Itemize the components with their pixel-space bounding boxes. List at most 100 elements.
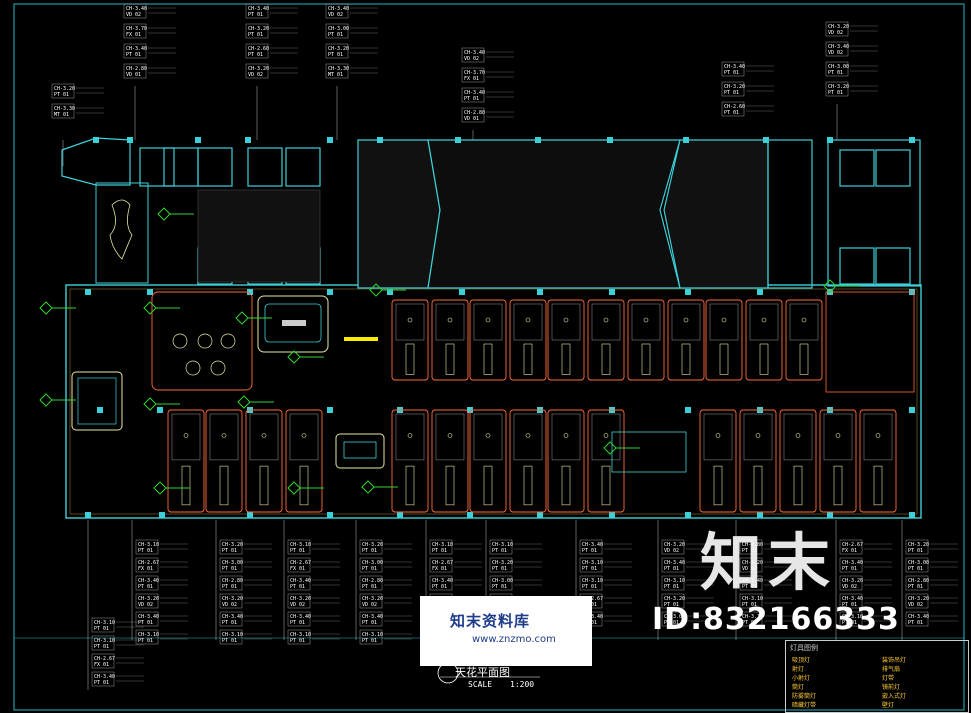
light-strip [799,343,809,375]
light-strip [719,343,729,375]
tag-material: VD 02 [828,30,843,36]
light-strip [873,465,883,506]
room-ceiling-panel [289,413,319,461]
ceiling-tag-top: CH-3.00PT 01 [825,61,878,77]
tag-material: VD 02 [464,56,479,62]
tag-material: VD 01 [126,72,141,78]
section-marker [143,301,180,315]
tag-material: VD 02 [828,50,843,56]
column [909,137,915,143]
ceiling-tag-bottom: CH-3.20VD 02 [359,593,412,609]
downlight [485,317,491,323]
tag-material: PT 01 [362,548,377,554]
ceiling-tag-top: CH-3.00PT 01 [325,23,378,39]
tag-material: PT 01 [94,680,109,686]
room-ceiling-panel [249,413,279,461]
tag-material: PT 01 [908,584,923,590]
column [85,289,91,295]
tag-material: FX 01 [94,662,109,668]
room-ceiling-panel [823,413,853,461]
private-room [587,299,625,381]
upper-room [839,247,875,285]
watermark-logo: 知末资料库 www.znzmo.com [420,596,592,666]
ceiling-tag-bottom: CH-3.40PT 01 [287,575,340,591]
legend-item: 嵌入式灯 [882,693,907,700]
tag-material: PT 01 [94,626,109,632]
ceiling-tag-bottom: CH-3.20PT 01 [489,557,542,573]
marker-diamond [39,393,53,407]
column [537,289,543,295]
tag-material: VD 02 [290,602,305,608]
room-ceiling-outline [205,409,243,513]
section-marker [153,481,190,495]
room-ceiling-panel [743,413,773,461]
column [909,407,915,413]
ceiling-tag-top: CH-3.20PT 01 [51,83,104,99]
tag-material: PT 01 [362,584,377,590]
downlight [683,317,689,323]
legend-title: 灯具图例 [790,644,818,652]
column [685,289,691,295]
light-strip [833,465,843,506]
light-strip [405,465,415,506]
ceiling-tag-bottom: CH-3.40PT 01 [429,575,482,591]
light-strip [259,465,269,506]
legend-item: 防雾筒灯 [792,693,817,700]
ceiling-tag-top: CH-3.40VD 02 [325,3,378,19]
ceiling-tag-bottom: CH-3.10PT 01 [579,557,632,573]
light-strip [793,465,803,506]
private-room [667,299,705,381]
column [609,289,615,295]
tag-material: PT 01 [908,548,923,554]
section-marker [361,480,398,494]
downlight [875,433,881,438]
room-ceiling-outline [859,409,897,513]
private-rooms-upper-row [391,299,823,381]
ceiling-tag-bottom: CH-3.10PT 01 [429,539,482,555]
room-ceiling-outline [391,409,429,513]
downlight [721,317,727,323]
column [327,407,333,413]
tag-material: VD 01 [464,116,479,122]
light-strip [681,343,691,375]
room-ceiling-panel [863,413,893,461]
column [327,512,333,518]
column [127,137,133,143]
tag-material: PT 01 [222,638,237,644]
tag-material: PT 01 [664,584,679,590]
column [147,289,153,295]
room-ceiling-outline [739,409,777,513]
tag-material: PT 01 [908,620,923,626]
ceiling-tag-bottom: CH-3.40PT 01 [91,671,144,687]
tag-material: PT 01 [222,566,237,572]
room-ceiling-panel [783,413,813,461]
column [685,407,691,413]
ceiling-tag-bottom: CH-3.20VD 02 [219,593,272,609]
tag-material: PT 01 [492,548,507,554]
column [535,137,541,143]
tag-material: PT 01 [362,620,377,626]
column [327,289,333,295]
ceiling-tag-top: CH-2.80VD 01 [123,63,176,79]
tag-material: PT 01 [908,566,923,572]
downlight [795,433,801,438]
section-marker [287,350,324,364]
room-ceiling-panel [473,413,503,461]
upper-room [139,147,175,187]
column [459,289,465,295]
upper-room [285,147,321,187]
ceiling-tag-top: CH-3.40PT 01 [245,3,298,19]
column [327,137,333,143]
ceiling-tag-top: CH-3.40PT 01 [721,61,774,77]
ceiling-tag-bottom: CH-3.20PT 01 [359,539,412,555]
lighting-legend: 灯具图例 吸顶灯 射灯 小射灯 筒灯 防雾筒灯 暗藏灯带 装饰吊灯 排气扇 灯带 镜前灯 嵌入式灯壁… [785,640,969,713]
private-room [785,299,823,381]
column [195,137,201,143]
tag-material: PT 01 [724,70,739,76]
tag-material: PT 01 [432,584,447,590]
ceiling-tag-top: CH-3.20VD 02 [825,21,878,37]
private-room [819,409,857,513]
private-room [431,299,469,381]
logo-text: 知末资料库 [450,612,531,630]
tag-material: PT 01 [492,566,507,572]
